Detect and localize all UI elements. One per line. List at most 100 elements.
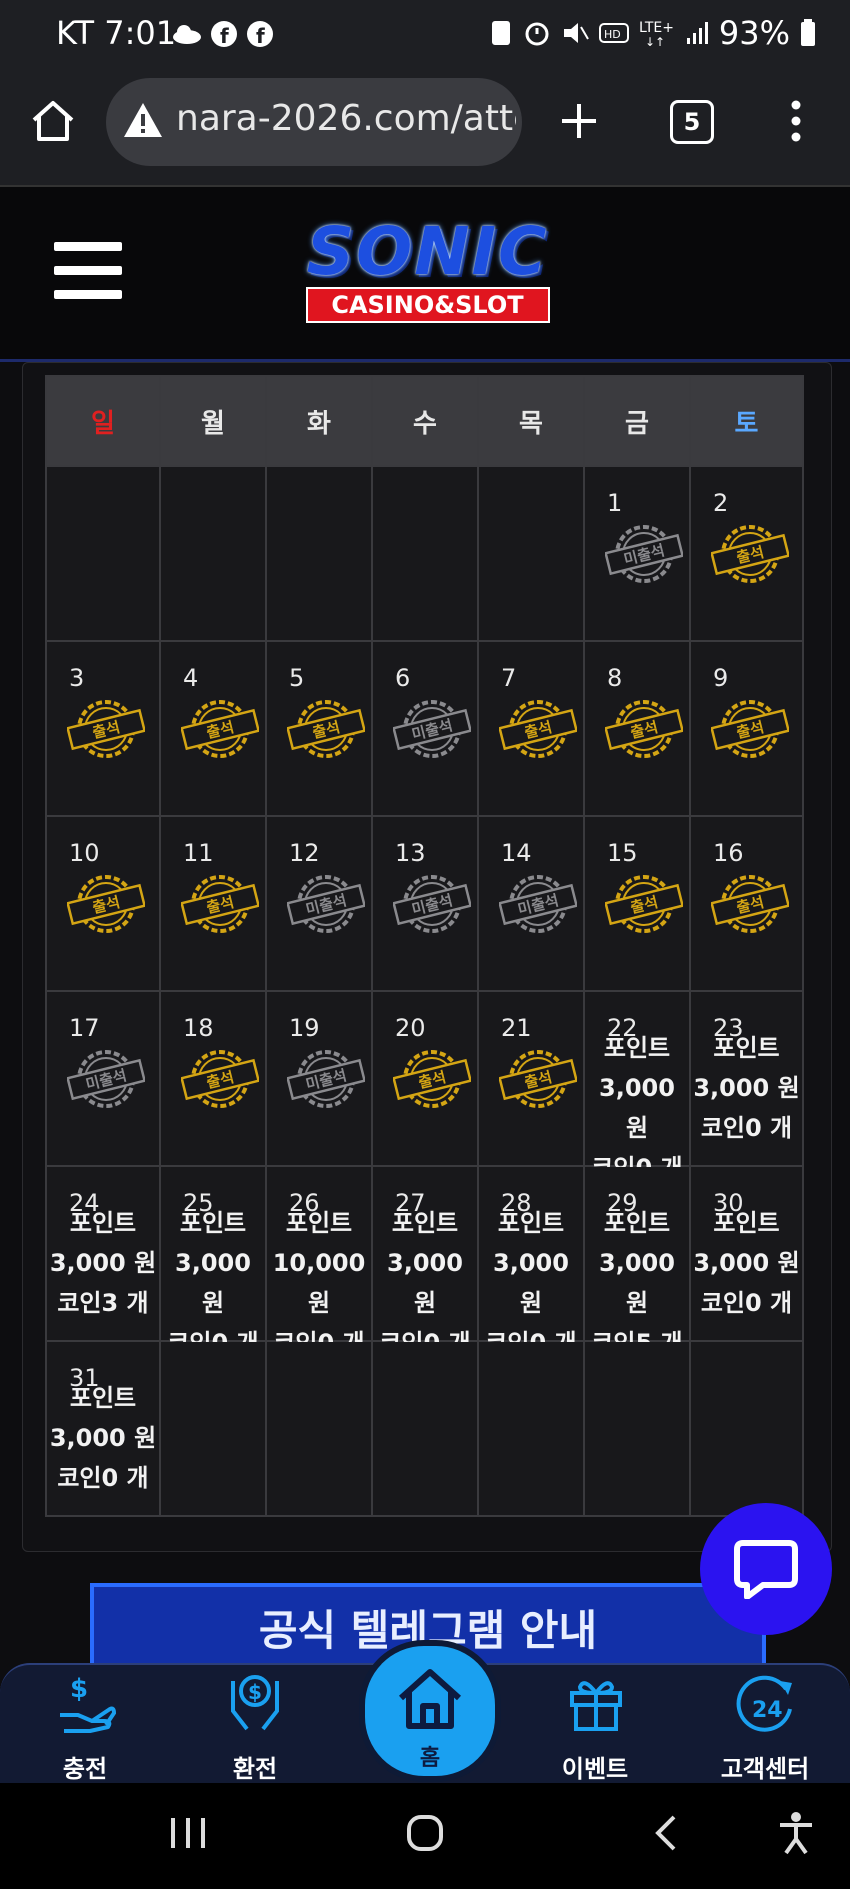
reward-coins: 코인0 개: [700, 1289, 793, 1317]
withdraw-money-icon: $: [231, 1675, 279, 1731]
calendar-day-cell: 16 출석: [689, 815, 804, 992]
reward-amount: 3,000 원: [693, 1249, 800, 1277]
reward-points: 포인트: [69, 1209, 137, 1237]
day-number: 3: [69, 664, 85, 692]
day-number: 14: [501, 839, 532, 867]
back-icon[interactable]: [650, 1813, 680, 1853]
svg-text:f: f: [220, 24, 229, 48]
status-bar: KT 7:01 f f HD LTE+ ↓↑ 93%: [0, 0, 850, 70]
reward-points: 포인트: [69, 1384, 137, 1412]
absent-stamp-icon: 미출석: [287, 875, 365, 933]
attended-stamp-icon: 출석: [711, 875, 789, 933]
reward-coins: 코인0 개: [57, 1464, 149, 1492]
calendar-day-cell: 13 미출석: [371, 815, 479, 992]
calendar-day-cell: 21 출석: [477, 990, 585, 1167]
calendar-day-cell: 6 미출석: [371, 640, 479, 817]
calendar-day-cell: 23 포인트 3,000 원 코인0 개: [689, 990, 804, 1167]
recent-apps-icon[interactable]: [168, 1815, 208, 1851]
tab-count-button[interactable]: 5: [670, 100, 714, 144]
calendar-day-cell: 20 출석: [371, 990, 479, 1167]
svg-text:$: $: [248, 1680, 262, 1704]
reward-info: 포인트3,000 원코인0 개: [585, 1028, 689, 1188]
calendar-day-cell: 1 미출석: [583, 465, 691, 642]
nav-label: 고객센터: [720, 1755, 810, 1783]
day-number: 7: [501, 664, 517, 692]
site-logo[interactable]: SONIC CASINO&SLOT: [285, 219, 570, 323]
battery-icon: [801, 19, 815, 46]
battery-percent: 93%: [718, 14, 790, 52]
nav-home[interactable]: 홈: [359, 1640, 501, 1782]
day-number: 9: [713, 664, 729, 692]
svg-text:HD: HD: [604, 28, 621, 41]
calendar-day-cell: 14 미출석: [477, 815, 585, 992]
reward-info: 포인트3,000 원코인0 개: [373, 1203, 477, 1363]
calendar-day-cell: 25포인트3,000 원코인0 개: [159, 1165, 267, 1357]
day-number: 18: [183, 1014, 214, 1042]
reward-points: 포인트: [603, 1034, 671, 1062]
svg-text:f: f: [256, 24, 265, 48]
calendar-day-cell: 30 포인트 3,000 원 코인0 개: [689, 1165, 804, 1342]
day-number: 2: [713, 489, 729, 517]
nav-event[interactable]: 이벤트: [520, 1665, 670, 1785]
absent-stamp-icon: 미출석: [287, 1050, 365, 1108]
calendar-day-cell: 5 출석: [265, 640, 373, 817]
calendar-week-row: 24포인트3,000 원코인3 개25포인트3,000 원코인0 개26포인트1…: [45, 1165, 804, 1357]
attended-stamp-icon: 출석: [181, 700, 259, 758]
nav-label: 환전: [232, 1755, 278, 1783]
attended-stamp-icon: 출석: [605, 875, 683, 933]
accessibility-icon[interactable]: [776, 1811, 816, 1855]
day-number: 16: [713, 839, 744, 867]
nav-label: 충전: [62, 1755, 108, 1783]
attended-stamp-icon: 출석: [711, 525, 789, 583]
attended-stamp-icon: 출석: [605, 700, 683, 758]
calendar-day-cell: 11 출석: [159, 815, 267, 992]
hamburger-menu-icon[interactable]: [54, 242, 122, 314]
weekday-header-row: 일월화수목금토: [45, 375, 804, 467]
reward-info: 포인트3,000 원코인0 개: [161, 1203, 265, 1363]
deposit-hand-icon: $: [60, 1674, 116, 1733]
new-tab-icon[interactable]: [558, 100, 600, 142]
day-number: 17: [69, 1014, 100, 1042]
status-time: KT 7:01: [56, 14, 177, 52]
calendar-week-row: 1 미출석 2 출석: [45, 465, 804, 642]
warning-icon: [124, 103, 162, 137]
attended-stamp-icon: 출석: [499, 700, 577, 758]
day-number: 5: [289, 664, 305, 692]
facebook-icon: f: [247, 21, 273, 48]
calendar-empty-cell: [477, 1340, 585, 1517]
reward-points: 포인트: [285, 1209, 353, 1237]
day-number: 13: [395, 839, 426, 867]
nav-label: 이벤트: [561, 1755, 629, 1783]
svg-text:24: 24: [752, 1698, 783, 1723]
attended-stamp-icon: 출석: [181, 875, 259, 933]
home-icon: [398, 1669, 462, 1729]
day-number: 19: [289, 1014, 320, 1042]
attended-stamp-icon: 출석: [287, 700, 365, 758]
mute-icon: [563, 23, 589, 43]
calendar-empty-cell: [371, 1340, 479, 1517]
calendar-day-cell: 19 미출석: [265, 990, 373, 1167]
signal-icon: [686, 22, 708, 44]
nfc-icon: [491, 21, 510, 45]
weekday-header: 수: [371, 375, 479, 467]
calendar-day-cell: 24 포인트 3,000 원 코인3 개: [45, 1165, 161, 1342]
reward-points: 포인트: [713, 1209, 780, 1237]
calendar-day-cell: 12 미출석: [265, 815, 373, 992]
system-home-icon[interactable]: [405, 1813, 445, 1853]
reward-amount: 3,000 원: [175, 1249, 251, 1317]
browser-home-icon[interactable]: [30, 98, 76, 144]
address-bar[interactable]: nara-2026.com/atter: [106, 78, 522, 166]
calendar-day-cell: 15 출석: [583, 815, 691, 992]
nav-deposit[interactable]: $ 충전: [10, 1665, 160, 1785]
reward-info: 포인트3,000 원코인0 개: [691, 1028, 802, 1148]
calendar-day-cell: 8 출석: [583, 640, 691, 817]
nav-support[interactable]: 24 고객센터: [690, 1665, 840, 1785]
day-number: 11: [183, 839, 214, 867]
attended-stamp-icon: 출석: [393, 1050, 471, 1108]
live-chat-button[interactable]: [700, 1503, 832, 1635]
nav-withdraw[interactable]: $ 환전: [180, 1665, 330, 1785]
calendar-week-row: 17미출석18출석19미출석20출석21출석22포인트3,000 원코인0 개2…: [45, 990, 804, 1182]
absent-stamp-icon: 미출석: [393, 700, 471, 758]
calendar-day-cell: 3 출석: [45, 640, 161, 817]
more-menu-icon[interactable]: [782, 98, 810, 144]
